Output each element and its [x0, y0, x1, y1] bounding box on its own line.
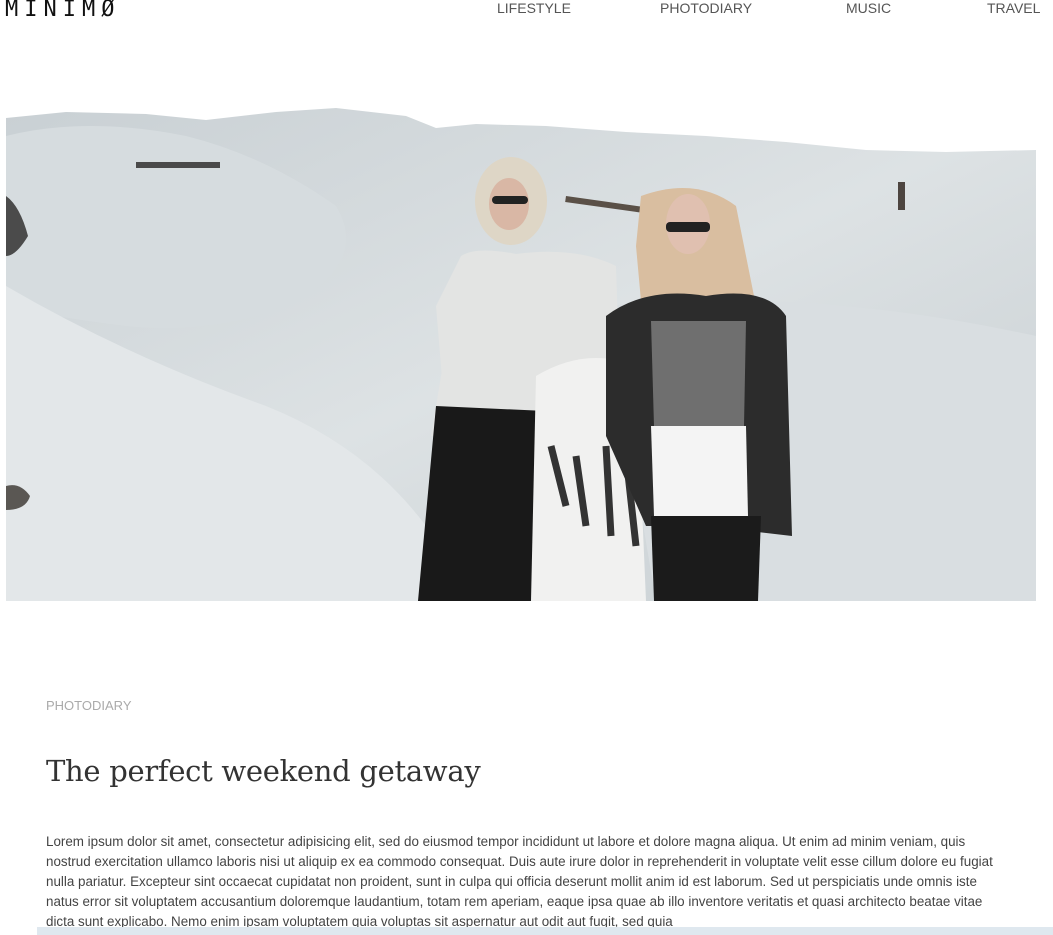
nav-item-lifestyle[interactable]: LIFESTYLE: [497, 0, 571, 16]
hero-photo: [6, 108, 1036, 601]
main-nav: LIFESTYLE PHOTODIARY MUSIC TRAVEL: [0, 0, 1053, 22]
page: MINIMØ LIFESTYLE PHOTODIARY MUSIC TRAVEL: [0, 0, 1053, 935]
article-category[interactable]: PHOTODIARY: [46, 698, 131, 713]
nav-item-photodiary[interactable]: PHOTODIARY: [660, 0, 752, 16]
article-body: Lorem ipsum dolor sit amet, consectetur …: [46, 834, 993, 929]
article-title[interactable]: The perfect weekend getaway: [46, 754, 481, 788]
nav-item-music[interactable]: MUSIC: [846, 0, 891, 16]
hero-image: [6, 106, 1036, 601]
nav-item-travel[interactable]: TRAVEL: [987, 0, 1040, 16]
bottom-bar: [37, 927, 1053, 935]
